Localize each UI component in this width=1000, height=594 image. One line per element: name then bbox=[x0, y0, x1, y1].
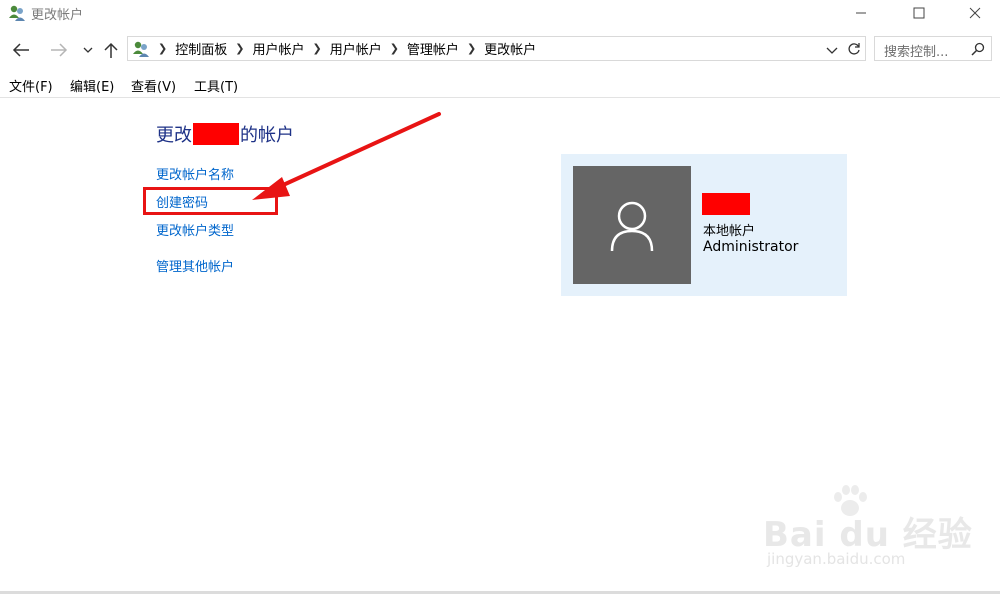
page-title-suffix: 的帐户 bbox=[240, 125, 294, 146]
breadcrumb-user-accounts[interactable]: 用户帐户 bbox=[252, 39, 304, 58]
watermark-url: jingyan.baidu.com bbox=[767, 550, 906, 568]
minimize-icon bbox=[856, 12, 866, 14]
address-bar[interactable]: ❯ 控制面板 ❯ 用户帐户 ❯ 用户帐户 ❯ 管理帐户 ❯ 更改帐户 bbox=[127, 36, 866, 61]
breadcrumb-separator-icon: ❯ bbox=[312, 42, 322, 55]
back-button[interactable] bbox=[10, 39, 32, 61]
breadcrumb-separator-icon: ❯ bbox=[389, 42, 399, 55]
menu-edit[interactable]: 编辑(E) bbox=[70, 76, 114, 95]
navigation-bar: ❯ 控制面板 ❯ 用户帐户 ❯ 用户帐户 ❯ 管理帐户 ❯ 更改帐户 搜索控制.… bbox=[0, 34, 1000, 66]
account-group: Administrator bbox=[703, 239, 799, 255]
search-placeholder: 搜索控制... bbox=[884, 45, 949, 60]
maximize-icon bbox=[913, 7, 925, 19]
menu-file[interactable]: 文件(F) bbox=[9, 76, 53, 95]
chevron-down-icon bbox=[826, 47, 838, 54]
control-panel-icon bbox=[133, 41, 149, 57]
user-accounts-icon bbox=[9, 5, 25, 21]
close-icon bbox=[969, 7, 981, 19]
redacted-account-name bbox=[702, 193, 750, 215]
redacted-username bbox=[193, 123, 239, 145]
watermark-text: Bai du 经验 bbox=[763, 515, 973, 555]
forward-button[interactable] bbox=[48, 39, 70, 61]
breadcrumb-separator-icon: ❯ bbox=[466, 42, 477, 55]
annotation-highlight-box bbox=[143, 187, 278, 215]
minimize-button[interactable] bbox=[838, 0, 884, 26]
search-icon[interactable] bbox=[971, 42, 985, 56]
account-type: 本地帐户 bbox=[703, 224, 756, 239]
arrow-left-icon bbox=[12, 43, 29, 57]
manage-other-accounts-link[interactable]: 管理其他帐户 bbox=[156, 256, 234, 275]
avatar bbox=[573, 166, 691, 284]
page-title-prefix: 更改 bbox=[156, 125, 192, 146]
recent-locations-button[interactable] bbox=[77, 39, 99, 61]
address-dropdown-button[interactable] bbox=[826, 41, 838, 60]
change-account-name-link[interactable]: 更改帐户名称 bbox=[156, 164, 234, 183]
arrow-up-icon bbox=[104, 42, 118, 58]
chevron-down-icon bbox=[83, 47, 93, 53]
arrow-right-icon bbox=[51, 43, 68, 57]
maximize-button[interactable] bbox=[896, 0, 942, 26]
breadcrumb-change-account[interactable]: 更改帐户 bbox=[484, 39, 536, 58]
breadcrumb-control-panel[interactable]: 控制面板 bbox=[175, 39, 227, 58]
search-field[interactable]: 搜索控制... bbox=[874, 36, 992, 61]
watermark: Bai du 经验 jingyan.baidu.com bbox=[745, 485, 972, 575]
up-button[interactable] bbox=[100, 39, 122, 61]
refresh-button[interactable] bbox=[843, 37, 865, 60]
breadcrumb-separator-icon: ❯ bbox=[235, 42, 245, 55]
change-account-type-link[interactable]: 更改帐户类型 bbox=[156, 220, 234, 239]
menu-bar: 文件(F) 编辑(E) 查看(V) 工具(T) bbox=[0, 73, 1000, 98]
refresh-icon bbox=[848, 42, 860, 55]
page-title: 更改 的帐户 bbox=[156, 121, 294, 147]
user-icon bbox=[610, 201, 654, 252]
title-bar: 更改帐户 bbox=[0, 0, 1000, 26]
breadcrumb-separator-icon: ❯ bbox=[158, 42, 168, 55]
menu-tools[interactable]: 工具(T) bbox=[194, 76, 238, 95]
menu-view[interactable]: 查看(V) bbox=[131, 76, 176, 95]
breadcrumb-user-accounts-2[interactable]: 用户帐户 bbox=[330, 39, 382, 58]
window-title: 更改帐户 bbox=[31, 8, 84, 23]
account-card: 本地帐户 Administrator bbox=[561, 154, 847, 296]
close-button[interactable] bbox=[952, 0, 998, 26]
breadcrumb-manage-accounts[interactable]: 管理帐户 bbox=[407, 39, 459, 58]
